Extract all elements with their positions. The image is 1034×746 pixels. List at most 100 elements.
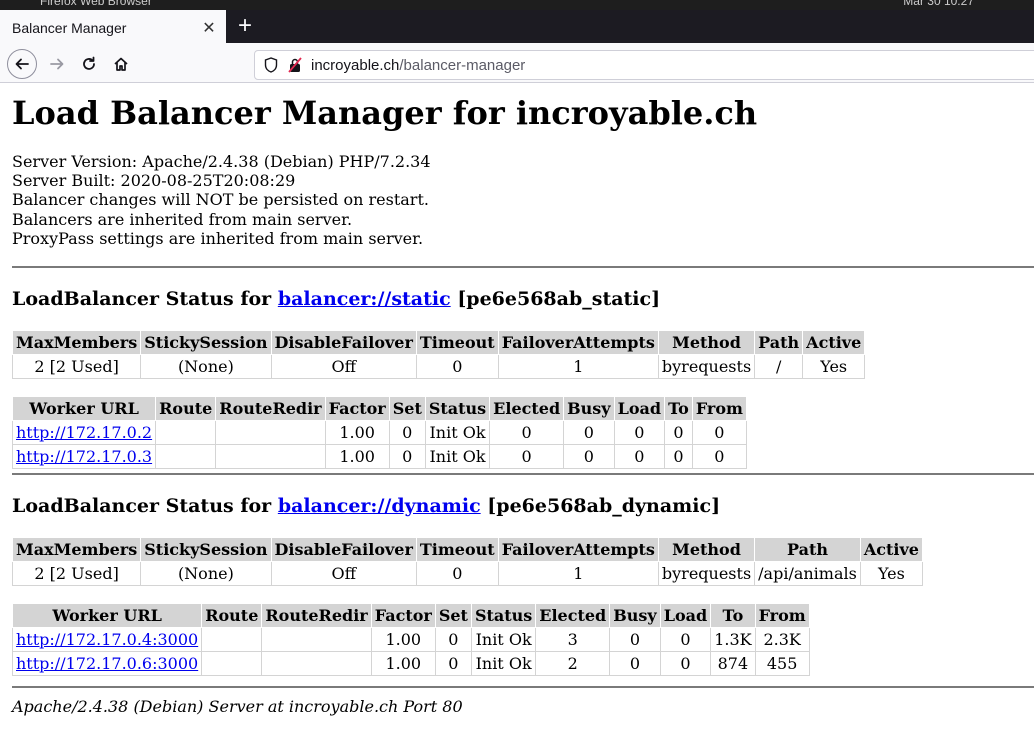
table-row: http://172.17.0.3 1.00 0 Init Ok 0 0 0 0 0: [11, 443, 747, 469]
column-header: Load: [613, 395, 666, 421]
table-cell: Off: [270, 353, 417, 379]
table-cell: 0: [659, 626, 712, 652]
column-header: Busy: [609, 602, 661, 628]
table-cell: [201, 650, 263, 676]
table-cell: 2.3K: [754, 626, 810, 652]
status-heading-prefix: LoadBalancer Status for: [12, 494, 272, 517]
worker-url-link[interactable]: http://172.17.0.6:3000: [16, 654, 198, 673]
column-header: DisableFailover: [270, 536, 417, 562]
back-arrow-icon[interactable]: [7, 49, 37, 79]
column-header: Set: [388, 395, 426, 421]
table-cell: [261, 650, 372, 676]
server-version: Server Version: Apache/2.4.38 (Debian) P…: [12, 151, 431, 171]
column-header: RouteRedir: [261, 602, 372, 628]
column-header: StickySession: [140, 329, 272, 355]
table-cell: 0: [664, 443, 693, 469]
table-cell: 0: [691, 419, 747, 445]
column-header: Status: [470, 602, 537, 628]
server-built: Server Built: 2020-08-25T20:08:29: [12, 171, 296, 190]
table-cell: 0: [691, 443, 747, 469]
tab-balancer-manager[interactable]: Balancer Manager ✕: [0, 10, 226, 43]
column-header: Load: [659, 602, 712, 628]
address-bar[interactable]: incroyable.ch/balancer-manager: [254, 50, 1034, 80]
column-header: Route: [201, 602, 263, 628]
worker-url-link[interactable]: http://172.17.0.4:3000: [16, 630, 198, 649]
balancer-list: LoadBalancer Status for balancer://stati…: [11, 287, 1034, 676]
worker-table: Worker URL Route RouteRedir Factor Set Status…: [11, 395, 747, 469]
insecure-lock-icon[interactable]: [287, 57, 303, 73]
tab-strip: Balancer Manager ✕ +: [0, 10, 1034, 43]
column-header: MaxMembers: [11, 329, 142, 355]
table-cell: Init Ok: [424, 419, 491, 445]
column-header: Timeout: [415, 329, 499, 355]
reload-icon[interactable]: [74, 49, 104, 79]
table-cell: 1: [497, 353, 659, 379]
table-cell: 0: [613, 419, 666, 445]
table-header-row: MaxMembers StickySession DisableFailover Ti…: [11, 329, 866, 355]
worker-url-cell: http://172.17.0.4:3000: [11, 626, 203, 652]
table-cell: [155, 443, 217, 469]
proxypass-inherited-notice: ProxyPass settings are inherited from ma…: [12, 229, 424, 249]
balancer-id: [pe6e568ab_static]: [457, 287, 661, 310]
table-cell: 0: [664, 419, 693, 445]
table-cell: 874: [710, 650, 756, 676]
table-cell: 1.00: [324, 443, 390, 469]
column-header: Path: [754, 329, 804, 355]
column-header: Worker URL: [11, 395, 157, 421]
table-cell: Init Ok: [470, 626, 537, 652]
table-cell: 0: [609, 626, 661, 652]
column-header: Method: [657, 536, 756, 562]
table-cell: Init Ok: [424, 443, 491, 469]
table-cell: 2 [2 Used]: [11, 560, 142, 586]
server-footer: Apache/2.4.38 (Debian) Server at incroya…: [12, 696, 463, 716]
home-icon[interactable]: [106, 49, 136, 79]
column-header: From: [754, 602, 810, 628]
table-cell: (None): [140, 560, 272, 586]
table-row: http://172.17.0.6:3000 1.00 0 Init Ok 2 0 0 874…: [11, 650, 810, 676]
table-cell: /api/animals: [754, 560, 861, 586]
column-header: Busy: [563, 395, 615, 421]
table-cell: [155, 419, 217, 445]
table-header-row: MaxMembers StickySession DisableFailover Ti…: [11, 536, 923, 562]
table-row: http://172.17.0.4:3000 1.00 0 Init Ok 3 0 0 1.3…: [11, 626, 810, 652]
column-header: To: [710, 602, 756, 628]
table-cell: 0: [489, 443, 565, 469]
server-info: Server Version: Apache/2.4.38 (Debian) P…: [12, 152, 1022, 249]
column-header: Elected: [535, 602, 611, 628]
shield-icon[interactable]: [263, 57, 279, 73]
column-header: Active: [802, 329, 866, 355]
worker-url-cell: http://172.17.0.6:3000: [11, 650, 203, 676]
table-cell: [215, 419, 326, 445]
table-cell: 455: [754, 650, 810, 676]
balancer-status-heading: LoadBalancer Status for balancer://stati…: [12, 287, 1022, 311]
column-header: Factor: [324, 395, 390, 421]
navigation-toolbar: incroyable.ch/balancer-manager: [0, 43, 1034, 83]
close-icon[interactable]: ✕: [200, 19, 218, 37]
worker-url-link[interactable]: http://172.17.0.2: [16, 423, 152, 442]
forward-arrow-icon[interactable]: [42, 49, 72, 79]
url-text: incroyable.ch/balancer-manager: [311, 57, 525, 74]
table-cell: 0: [415, 353, 499, 379]
table-cell: /: [754, 353, 804, 379]
balancer-link[interactable]: balancer://static: [278, 288, 451, 310]
column-header: Route: [155, 395, 217, 421]
table-cell: 0: [434, 626, 472, 652]
url-domain: incroyable.ch: [311, 56, 400, 74]
balancer-config-table: MaxMembers StickySession DisableFailover Ti…: [11, 329, 866, 379]
table-cell: Off: [270, 560, 417, 586]
column-header: Path: [754, 536, 861, 562]
table-row: http://172.17.0.2 1.00 0 Init Ok 0 0 0 0 0: [11, 419, 747, 445]
divider: [12, 685, 1034, 688]
column-header: Active: [859, 536, 923, 562]
table-cell: 0: [388, 443, 426, 469]
worker-url-link[interactable]: http://172.17.0.3: [16, 447, 152, 466]
balancer-status-heading: LoadBalancer Status for balancer://dynam…: [12, 494, 1022, 518]
table-cell: 1: [497, 560, 659, 586]
new-tab-plus-icon[interactable]: +: [232, 13, 258, 39]
table-cell: Yes: [859, 560, 923, 586]
table-cell: 1.3K: [710, 626, 756, 652]
column-header: DisableFailover: [270, 329, 417, 355]
balancer-link[interactable]: balancer://dynamic: [278, 495, 481, 517]
column-header: To: [664, 395, 693, 421]
column-header: Method: [657, 329, 756, 355]
